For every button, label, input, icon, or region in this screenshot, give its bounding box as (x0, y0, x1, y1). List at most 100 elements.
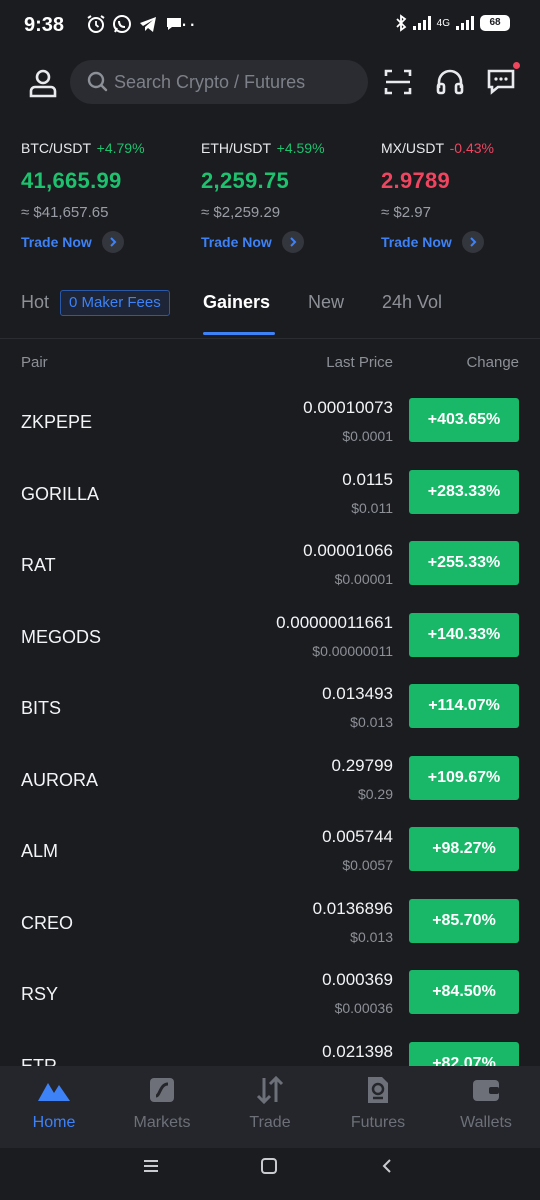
nav-home[interactable]: Home (9, 1074, 99, 1132)
scan-button[interactable] (382, 66, 414, 98)
tab-hot[interactable]: Hot (21, 292, 49, 313)
search-bar[interactable] (70, 60, 368, 104)
status-time: 9:38 (24, 14, 65, 36)
alarm-icon (87, 15, 105, 33)
wallet-icon (473, 1080, 499, 1101)
table-row[interactable]: CREO 0.0136896 $0.013 +85.70% (0, 891, 540, 963)
row-change-badge: +114.07% (409, 684, 519, 728)
nav-markets[interactable]: Markets (117, 1074, 207, 1132)
trade-now-link[interactable]: Trade Now (381, 231, 540, 253)
table-row[interactable]: GORILLA 0.0115 $0.011 +283.33% (0, 462, 540, 534)
row-usd-price: $0.29 (357, 785, 393, 802)
maker-fees-badge[interactable]: 0 Maker Fees (60, 290, 170, 316)
nav-label: Futures (350, 1114, 406, 1131)
ticker-change: +4.79% (96, 140, 145, 156)
messages-button[interactable] (486, 62, 520, 98)
row-last-price: 0.00001066 (303, 541, 393, 560)
search-input[interactable] (114, 60, 354, 104)
headphones-icon (436, 69, 464, 95)
more-notifications-icon: ··· (172, 11, 197, 36)
nav-label: Wallets (460, 1114, 512, 1131)
row-usd-price: $0.0001 (342, 428, 393, 444)
ticker-pair: MX/USDT -0.43% (381, 140, 494, 156)
nav-futures[interactable]: Futures (333, 1074, 423, 1132)
square-home-icon (261, 1158, 277, 1174)
row-usd-price: $0.011 (351, 499, 393, 516)
table-row[interactable]: ZKPEPE 0.00010073 $0.0001 +403.65% (0, 390, 540, 462)
nav-label: Trade (249, 1114, 291, 1131)
trade-now-link[interactable]: Trade Now (201, 231, 371, 253)
header-last-price[interactable]: Last Price (326, 354, 393, 371)
tab-gainers[interactable]: Gainers (203, 292, 270, 313)
scan-icon (384, 69, 412, 95)
row-last-price: 0.000369 (322, 970, 393, 989)
ticker-card[interactable]: BTC/USDT +4.79% 41,665.99 ≈ $41,657.65 T… (21, 140, 191, 253)
home-button[interactable] (260, 1158, 278, 1179)
back-button[interactable] (380, 1158, 394, 1179)
row-symbol: GORILLA (21, 483, 100, 504)
status-bar: 9:38 ··· 4G 68 (0, 0, 540, 52)
tab-new[interactable]: New (308, 292, 344, 313)
row-usd-price: $0.00036 (334, 1000, 393, 1016)
notification-icons (86, 14, 184, 34)
row-last-price: 0.29799 (331, 755, 393, 775)
row-change-badge: +84.50% (409, 970, 519, 1014)
nav-wallets[interactable]: Wallets (441, 1074, 531, 1132)
nav-trade[interactable]: Trade (225, 1074, 315, 1132)
row-change-badge: +109.67% (409, 755, 519, 800)
trade-arrows-icon (256, 1076, 284, 1104)
row-symbol: RSY (21, 984, 59, 1004)
row-usd-price: $0.013 (350, 928, 393, 945)
header-pair[interactable]: Pair (21, 354, 48, 371)
table-row[interactable]: AURORA 0.29799 $0.29 +109.67% (0, 748, 540, 820)
nav-label: Markets (133, 1114, 191, 1131)
market-list: ZKPEPE 0.00010073 $0.0001 +403.65% GORIL… (0, 390, 540, 1105)
row-change-badge: +255.33% (409, 541, 519, 585)
system-navigation (0, 1148, 540, 1200)
ticker-price: 2,259.75 (201, 168, 290, 193)
ticker-pair: ETH/USDT +4.59% (201, 140, 325, 156)
recents-button[interactable] (142, 1158, 160, 1179)
tab-24h-vol[interactable]: 24h Vol (382, 292, 442, 313)
table-row[interactable]: RSY 0.000369 $0.00036 +84.50% (0, 962, 540, 1034)
ticker-usd: ≈ $2.97 (381, 204, 431, 221)
user-icon (29, 69, 57, 98)
home-logo-icon (38, 1083, 70, 1101)
row-symbol: ALM (21, 841, 59, 861)
row-last-price: 0.0115 (342, 469, 393, 489)
signal-bars-icon (412, 16, 431, 30)
row-change-badge: +140.33% (409, 612, 519, 657)
ticker-card[interactable]: ETH/USDT +4.59% 2,259.75 ≈ $2,259.29 Tra… (201, 140, 371, 253)
table-row[interactable]: MEGODS 0.00000011661 $0.00000011 +140.33… (0, 605, 540, 677)
table-row[interactable]: ALM 0.005744 $0.0057 +98.27% (0, 819, 540, 891)
table-row[interactable]: BITS 0.013493 $0.013 +114.07% (0, 676, 540, 748)
row-last-price: 0.013493 (322, 684, 393, 703)
market-tabs: Hot 0 Maker Fees Gainers New 24h Vol (0, 286, 540, 336)
bluetooth-icon (396, 14, 407, 32)
table-row[interactable]: RAT 0.00001066 $0.00001 +255.33% (0, 533, 540, 605)
header-change[interactable]: Change (466, 354, 519, 371)
row-last-price: 0.0136896 (312, 898, 393, 918)
row-change-badge: +98.27% (409, 827, 519, 871)
row-symbol: AURORA (21, 769, 99, 790)
divider (0, 338, 540, 339)
table-header: Pair Last Price Change (0, 354, 540, 374)
ticker-change: -0.43% (449, 140, 494, 156)
ticker-card[interactable]: MX/USDT -0.43% 2.9789 ≈ $2.97 Trade Now (381, 140, 540, 253)
row-usd-price: $0.0057 (342, 857, 393, 873)
ticker-usd: ≈ $2,259.29 (201, 204, 281, 221)
support-button[interactable] (434, 66, 466, 98)
row-usd-price: $0.00001 (334, 571, 393, 587)
trade-now-link[interactable]: Trade Now (21, 231, 191, 253)
ticker-usd: ≈ $41,657.65 (21, 204, 109, 221)
chevron-right-icon (101, 231, 124, 253)
row-usd-price: $0.00000011 (312, 642, 393, 659)
row-symbol: CREO (21, 912, 74, 933)
signal-bars-icon-2 (456, 16, 474, 30)
profile-button[interactable] (26, 66, 60, 100)
message-icon (487, 69, 515, 95)
row-symbol: MEGODS (21, 626, 102, 647)
back-chevron-icon (382, 1159, 391, 1173)
search-icon (87, 71, 108, 92)
nav-label: Home (32, 1114, 76, 1131)
